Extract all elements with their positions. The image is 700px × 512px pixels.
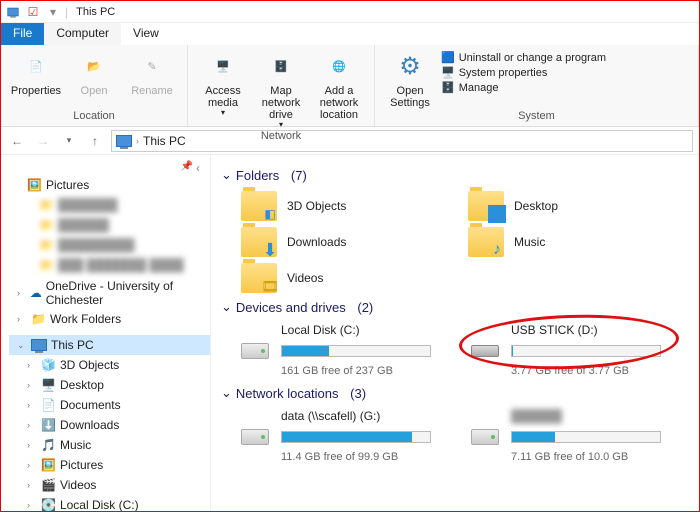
content-pane: ⌄ Folders (7) ◧3D Objects Desktop ⬇Downl… xyxy=(211,155,699,511)
pin-icon[interactable]: 📌 xyxy=(181,161,193,175)
navigation-tree: 📌 ‹ 🖼️Pictures 📁███████ 📁██████ 📁███████… xyxy=(1,155,211,511)
drive-usb-d[interactable]: USB STICK (D:) 3.77 GB free of 3.77 GB xyxy=(471,323,671,377)
tree-downloads[interactable]: ›⬇️Downloads xyxy=(9,415,210,435)
drive-local-c[interactable]: Local Disk (C:) 161 GB free of 237 GB xyxy=(241,323,441,377)
tree-desktop[interactable]: ›🖥️Desktop xyxy=(9,375,210,395)
tab-view[interactable]: View xyxy=(121,23,171,45)
tree-pictures2[interactable]: ›🖼️Pictures xyxy=(9,455,210,475)
map-drive-button[interactable]: 🗄️Map network drive▾ xyxy=(254,49,308,130)
access-media-button[interactable]: 🖥️Access media▾ xyxy=(196,49,250,118)
tree-blurred[interactable]: 📁███████ xyxy=(9,195,210,215)
group-system: ⚙Open Settings 🟦Uninstall or change a pr… xyxy=(375,45,699,126)
properties-button[interactable]: 📄Properties xyxy=(9,49,63,97)
open-settings-button[interactable]: ⚙Open Settings xyxy=(383,49,437,109)
section-drives[interactable]: ⌄ Devices and drives (2) xyxy=(221,299,695,315)
chevron-down-icon: ⌄ xyxy=(221,167,232,183)
ribbon-tabs: File Computer View xyxy=(1,23,699,45)
address-text: This PC xyxy=(143,134,186,148)
ribbon: 📄Properties 📂Open ✎Rename Location 🖥️Acc… xyxy=(1,45,699,127)
tree-blurred[interactable]: 📁█████████ xyxy=(9,235,210,255)
checkbox-icon[interactable]: ☑ xyxy=(25,4,41,20)
tree-music[interactable]: ›🎵Music xyxy=(9,435,210,455)
manage-button[interactable]: 🗄️Manage xyxy=(441,81,606,94)
tree-thispc[interactable]: ⌄This PC xyxy=(9,335,210,355)
computer-icon: 🖥️ xyxy=(441,66,455,79)
tab-file[interactable]: File xyxy=(1,23,44,45)
forward-button[interactable]: → xyxy=(33,131,53,151)
netdrive-g[interactable]: data (\\scafell) (G:) 11.4 GB free of 99… xyxy=(241,409,441,463)
window-title: This PC xyxy=(76,6,115,18)
pc-icon xyxy=(116,135,132,147)
folder-music[interactable]: ♪Music xyxy=(468,227,695,257)
address-bar[interactable]: › This PC xyxy=(111,130,693,152)
dropdown-icon[interactable]: ▾ xyxy=(45,4,61,20)
chevron-down-icon: ⌄ xyxy=(221,385,232,401)
recent-dropdown[interactable]: ▾ xyxy=(59,131,79,151)
group-location: 📄Properties 📂Open ✎Rename Location xyxy=(1,45,188,126)
explorer-icon xyxy=(5,4,21,20)
cube-icon: 🟦 xyxy=(441,51,455,64)
tree-pictures[interactable]: 🖼️Pictures xyxy=(9,175,210,195)
section-folders[interactable]: ⌄ Folders (7) xyxy=(221,167,695,183)
netdrive-blurred[interactable]: ██████ 7.11 GB free of 10.0 GB xyxy=(471,409,671,463)
chevron-down-icon: ⌄ xyxy=(221,299,232,315)
folder-downloads[interactable]: ⬇Downloads xyxy=(241,227,468,257)
section-netloc[interactable]: ⌄ Network locations (3) xyxy=(221,385,695,401)
system-properties-button[interactable]: 🖥️System properties xyxy=(441,66,606,79)
folder-videos[interactable]: 🎞Videos xyxy=(241,263,468,293)
add-location-button[interactable]: 🌐Add a network location xyxy=(312,49,366,121)
up-button[interactable]: ↑ xyxy=(85,131,105,151)
uninstall-program-button[interactable]: 🟦Uninstall or change a program xyxy=(441,51,606,64)
rename-button[interactable]: ✎Rename xyxy=(125,49,179,97)
open-button[interactable]: 📂Open xyxy=(67,49,121,97)
folder-3dobjects[interactable]: ◧3D Objects xyxy=(241,191,468,221)
tree-videos[interactable]: ›🎬Videos xyxy=(9,475,210,495)
folder-desktop[interactable]: Desktop xyxy=(468,191,695,221)
tree-3dobjects[interactable]: ›🧊3D Objects xyxy=(9,355,210,375)
title-bar: ☑ ▾ | This PC xyxy=(1,1,699,23)
tree-blurred[interactable]: 📁███ ███████ ████ xyxy=(9,255,210,275)
tree-blurred[interactable]: 📁██████ xyxy=(9,215,210,235)
nav-bar: ← → ▾ ↑ › This PC xyxy=(1,127,699,155)
tree-workfolders[interactable]: ›📁Work Folders xyxy=(9,309,210,329)
tab-computer[interactable]: Computer xyxy=(44,23,121,45)
manage-icon: 🗄️ xyxy=(441,81,455,94)
back-button[interactable]: ← xyxy=(7,131,27,151)
folder-icon: 🖼️ xyxy=(27,178,42,192)
group-network: 🖥️Access media▾ 🗄️Map network drive▾ 🌐Ad… xyxy=(188,45,375,126)
tree-documents[interactable]: ›📄Documents xyxy=(9,395,210,415)
tree-onedrive[interactable]: ›☁OneDrive - University of Chichester xyxy=(9,283,210,303)
tree-localdisk[interactable]: ›💽Local Disk (C:) xyxy=(9,495,210,511)
